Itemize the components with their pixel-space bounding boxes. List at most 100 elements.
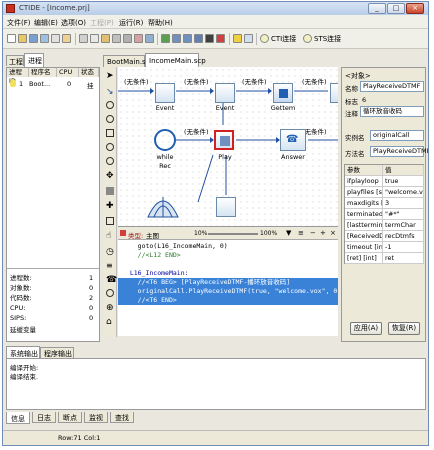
menu-help[interactable]: 帮助(H) bbox=[148, 18, 173, 28]
bulb-icon[interactable] bbox=[303, 34, 312, 43]
while-loop-icon[interactable] bbox=[154, 129, 176, 151]
new-file-icon[interactable] bbox=[7, 34, 16, 43]
col-cpu[interactable]: CPU bbox=[57, 68, 79, 77]
cut-icon[interactable] bbox=[79, 34, 88, 43]
lightning-icon[interactable] bbox=[233, 34, 242, 43]
lines-icon[interactable]: ≡ bbox=[298, 229, 304, 237]
build-icon[interactable] bbox=[134, 34, 143, 43]
down-icon[interactable]: ▼ bbox=[286, 229, 291, 237]
gettem-node[interactable] bbox=[273, 83, 293, 103]
save-icon[interactable] bbox=[29, 34, 38, 43]
close-icon[interactable]: × bbox=[330, 229, 336, 237]
square-tool-icon[interactable] bbox=[106, 129, 114, 137]
print-icon[interactable] bbox=[51, 34, 60, 43]
bulb-icon[interactable] bbox=[260, 34, 269, 43]
replace-icon[interactable] bbox=[123, 34, 132, 43]
square-tool-icon[interactable] bbox=[106, 217, 114, 225]
minus-icon[interactable]: − bbox=[310, 229, 316, 237]
run-icon[interactable] bbox=[161, 34, 170, 43]
dial-icon[interactable]: ⊕ bbox=[106, 303, 114, 313]
event-node[interactable] bbox=[216, 197, 236, 217]
event-node[interactable] bbox=[155, 83, 175, 103]
param-value[interactable]: -1 bbox=[383, 242, 424, 253]
col-state[interactable]: 状态 bbox=[79, 68, 99, 77]
circle-tool-icon[interactable] bbox=[106, 289, 114, 297]
pause-icon[interactable] bbox=[194, 34, 203, 43]
restore-button[interactable]: 恢复(R) bbox=[388, 322, 420, 335]
zoom-slider[interactable] bbox=[208, 233, 258, 235]
tab-incomemain[interactable]: IncomeMain.scp bbox=[145, 53, 206, 67]
plus-icon[interactable]: ✚ bbox=[106, 201, 114, 211]
param-value[interactable]: true bbox=[383, 176, 424, 187]
find-icon[interactable] bbox=[112, 34, 121, 43]
menu-project[interactable]: 工程(P) bbox=[90, 18, 114, 28]
circle-tool-icon[interactable] bbox=[106, 115, 114, 123]
param-value[interactable]: "#*" bbox=[383, 209, 424, 220]
circle-tool-icon[interactable] bbox=[106, 101, 114, 109]
circle-tool-icon[interactable] bbox=[106, 143, 114, 151]
menu-file[interactable]: 文件(F) bbox=[7, 18, 31, 28]
paste-icon[interactable] bbox=[101, 34, 110, 43]
type-value[interactable]: 主图 bbox=[146, 230, 159, 240]
flow-canvas[interactable]: (无条件) (无条件) (无条件) (无条件) (无条件) (无条件) Even… bbox=[118, 67, 338, 227]
tab-process[interactable]: 进程 bbox=[24, 53, 44, 67]
tab-program-output[interactable]: 程序输出 bbox=[40, 347, 74, 358]
apply-button[interactable]: 应用(A) bbox=[350, 322, 382, 335]
help-icon[interactable] bbox=[244, 34, 253, 43]
sts-connect-button[interactable]: STS连接 bbox=[314, 34, 341, 44]
step-icon[interactable] bbox=[172, 34, 181, 43]
open-folder-icon[interactable] bbox=[18, 34, 27, 43]
project-icon[interactable] bbox=[62, 34, 71, 43]
step-over-icon[interactable] bbox=[183, 34, 192, 43]
title-bar: CTIDE - [Income.prj] _ □ × bbox=[3, 2, 428, 15]
param-value[interactable]: termChar bbox=[383, 220, 424, 231]
maximize-button[interactable]: □ bbox=[387, 3, 405, 14]
instance-select[interactable]: originalCall bbox=[370, 130, 424, 141]
tab-find[interactable]: 查找 bbox=[110, 412, 134, 423]
stop-icon[interactable] bbox=[205, 34, 214, 43]
menu-options[interactable]: 选项(O) bbox=[61, 18, 86, 28]
pointer-icon[interactable]: ➤ bbox=[106, 71, 114, 81]
tab-bootmain[interactable]: BootMain.scp bbox=[103, 55, 154, 67]
tab-watch[interactable]: 监视 bbox=[84, 412, 108, 423]
clock-icon[interactable]: ◷ bbox=[106, 247, 114, 257]
phone-icon[interactable]: ☎ bbox=[106, 275, 117, 285]
menu-run[interactable]: 运行(R) bbox=[119, 18, 143, 28]
play-node[interactable] bbox=[214, 130, 234, 150]
col-process-id[interactable]: 进程ID bbox=[7, 68, 29, 85]
param-value[interactable]: ret bbox=[383, 253, 424, 264]
code-editor[interactable]: goto(L16_IncomeMain, 0) //<L12 END> L16_… bbox=[118, 240, 338, 336]
breakpoint-icon[interactable] bbox=[216, 34, 225, 43]
tab-log[interactable]: 日志 bbox=[32, 412, 56, 423]
name-field[interactable]: PlayReceiveDTMF bbox=[360, 81, 424, 92]
method-select[interactable]: PlayReceiveDTMF bbox=[370, 146, 428, 157]
table-row[interactable]: 1 Boot... 0 挂 bbox=[7, 79, 99, 90]
tab-system-output[interactable]: 系统输出 bbox=[6, 346, 40, 358]
tab-info[interactable]: 信息 bbox=[6, 412, 30, 424]
save-all-icon[interactable] bbox=[40, 34, 49, 43]
close-button[interactable]: × bbox=[406, 3, 424, 14]
event-node[interactable] bbox=[215, 83, 235, 103]
param-value[interactable]: recDtmfs bbox=[383, 231, 424, 242]
plus-icon[interactable]: + bbox=[320, 229, 326, 237]
hand-icon[interactable]: ☝ bbox=[106, 231, 111, 241]
menu-edit[interactable]: 编辑(E) bbox=[34, 18, 58, 28]
tab-breakpoints[interactable]: 断点 bbox=[58, 412, 82, 423]
copy-icon[interactable] bbox=[90, 34, 99, 43]
param-value[interactable]: "welcome.vox" bbox=[383, 187, 424, 198]
note-field[interactable]: 循环放音收码 bbox=[360, 106, 424, 117]
compile-icon[interactable] bbox=[145, 34, 154, 43]
param-value[interactable]: 3 bbox=[383, 198, 424, 209]
line-tool-icon[interactable]: ↘ bbox=[106, 87, 114, 97]
tab-project[interactable]: 工程 bbox=[6, 55, 24, 66]
home-icon[interactable]: ⌂ bbox=[106, 317, 112, 327]
event-node[interactable] bbox=[330, 83, 338, 103]
block-tool-icon[interactable] bbox=[106, 187, 114, 195]
cti-connect-button[interactable]: CTI连接 bbox=[271, 34, 296, 44]
crosshair-icon[interactable]: ✥ bbox=[106, 171, 114, 181]
answer-node[interactable]: ☎ bbox=[280, 129, 306, 151]
col-program-name[interactable]: 程序名 bbox=[29, 68, 57, 77]
minimize-button[interactable]: _ bbox=[368, 3, 386, 14]
circle-tool-icon[interactable] bbox=[106, 157, 114, 165]
equals-icon[interactable]: ≡ bbox=[106, 261, 113, 270]
